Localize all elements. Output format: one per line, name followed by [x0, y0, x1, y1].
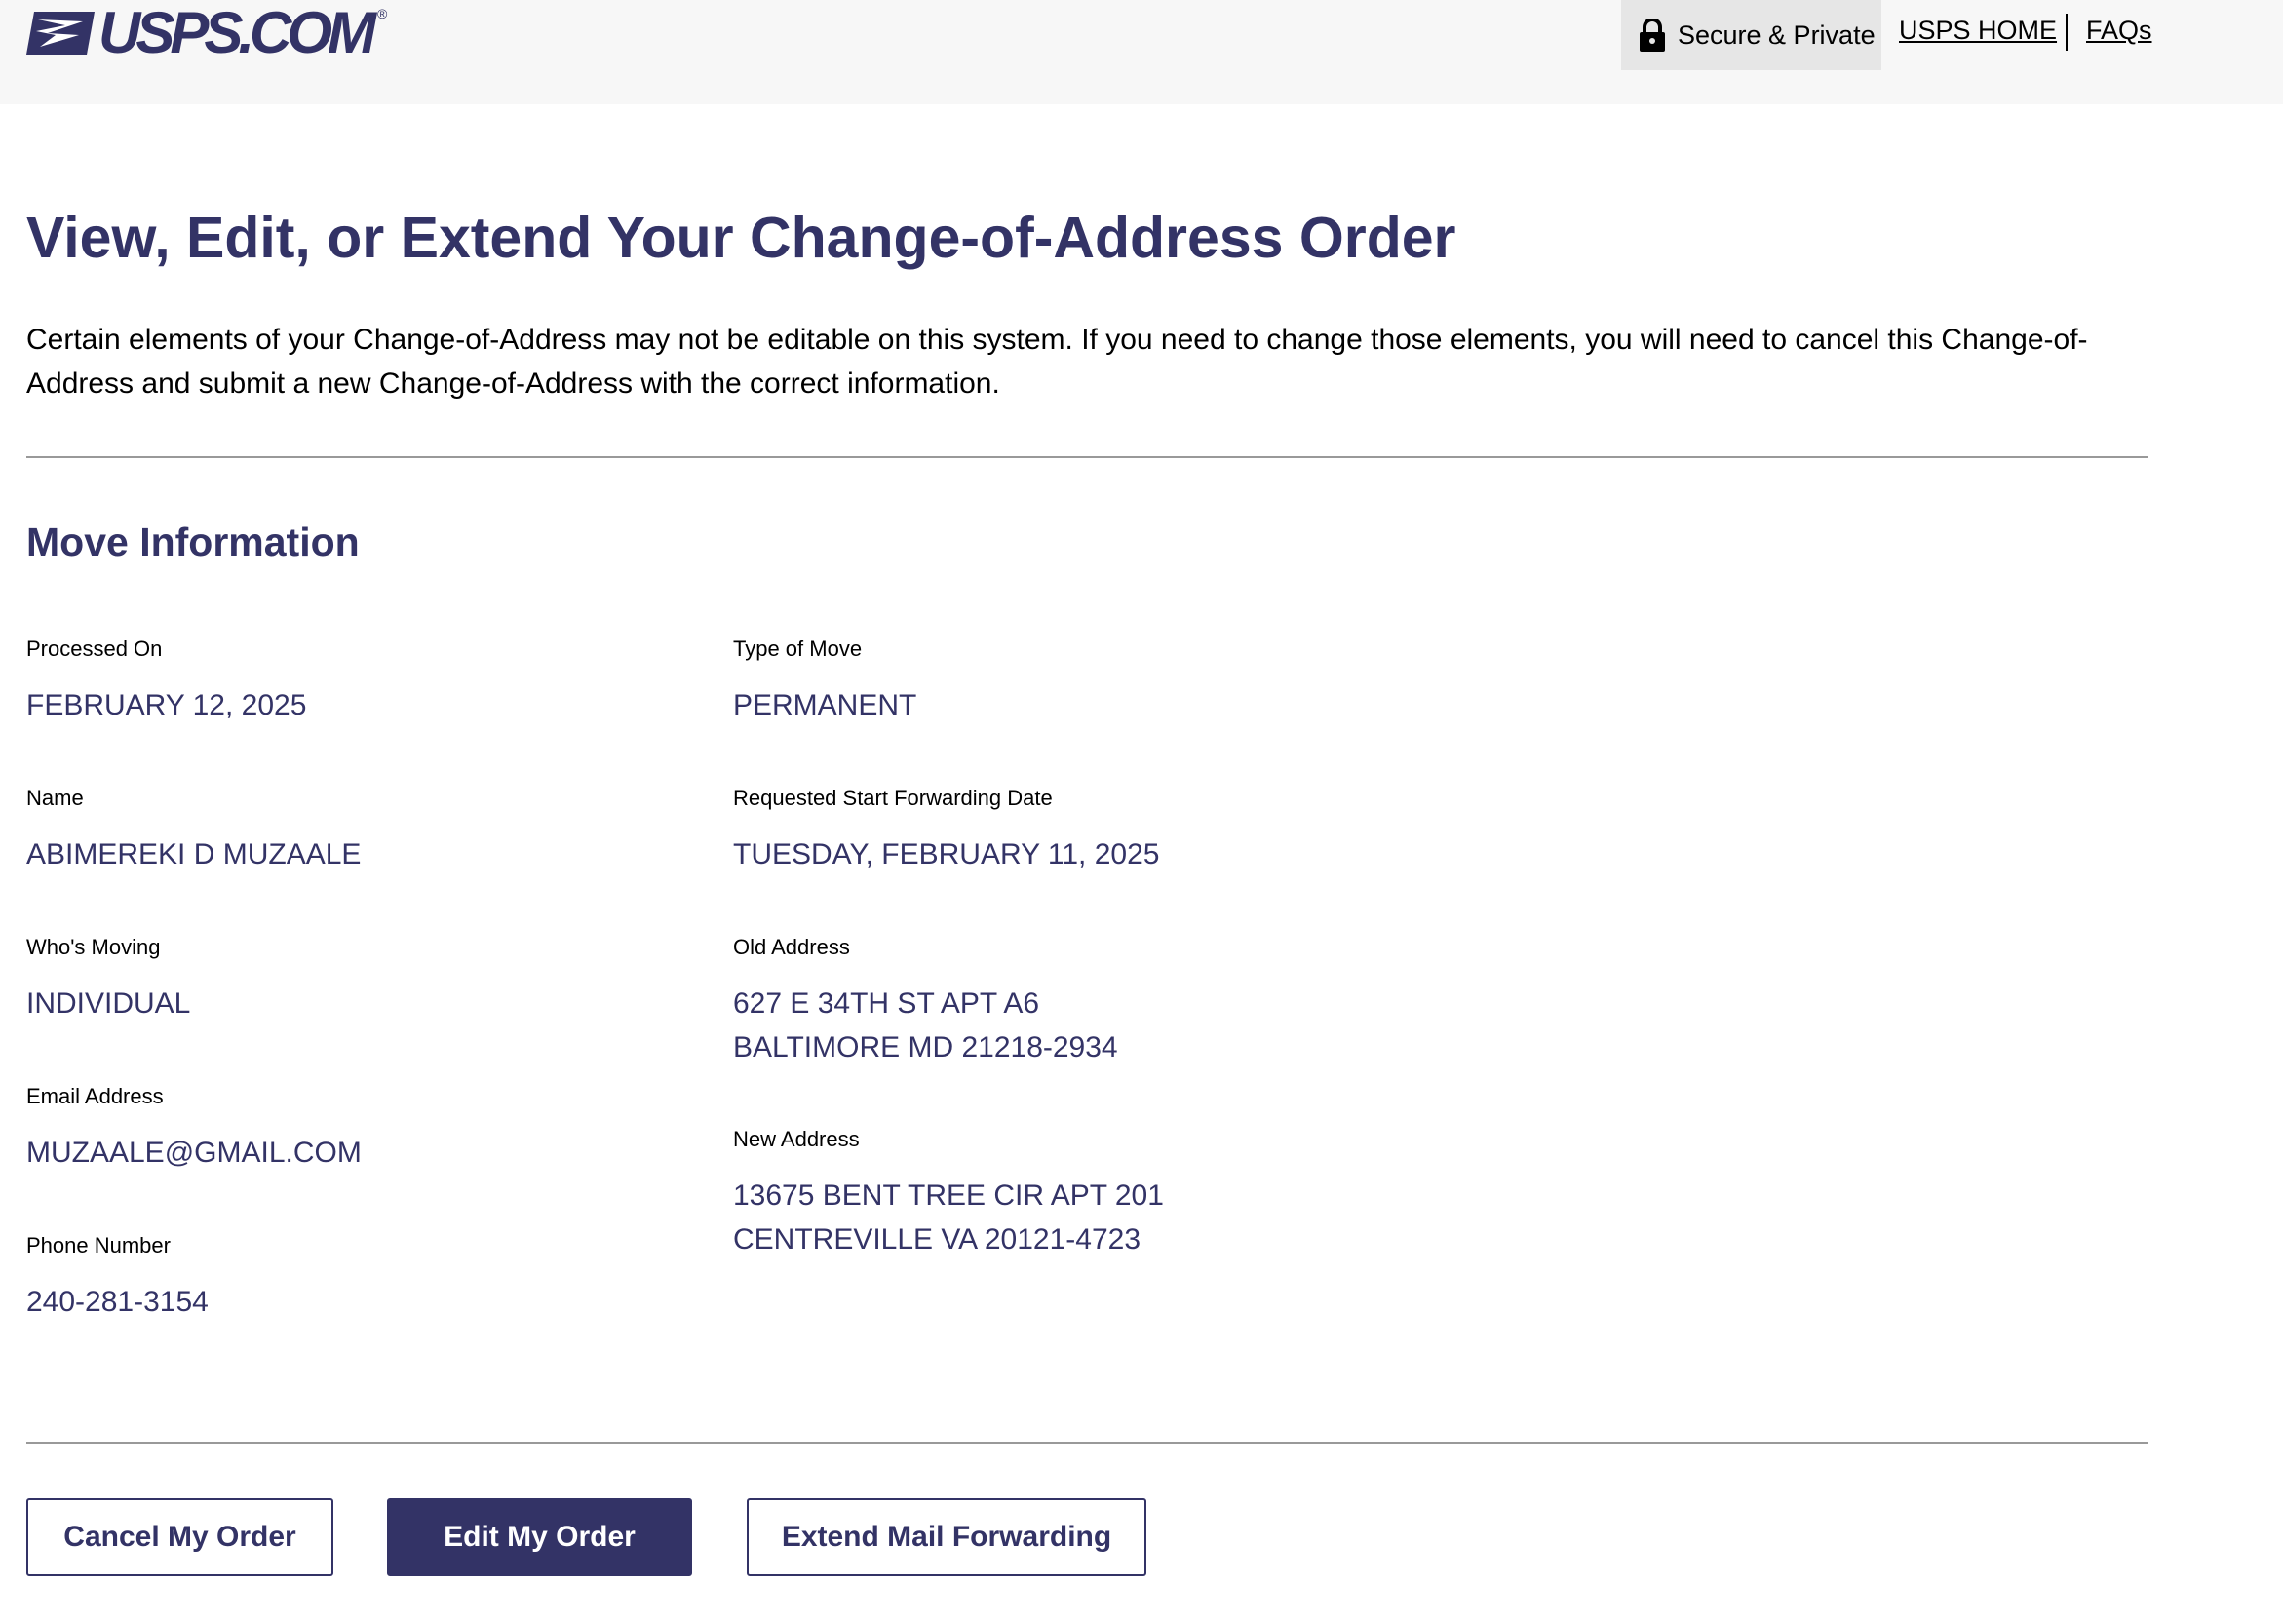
usps-home-link[interactable]: USPS HOME: [1899, 16, 2057, 46]
whos-moving-value: INDIVIDUAL: [26, 987, 191, 1020]
extend-forwarding-button[interactable]: Extend Mail Forwarding: [747, 1498, 1146, 1576]
name-value: ABIMEREKI D MUZAALE: [26, 838, 362, 870]
phone-value: 240-281-3154: [26, 1286, 209, 1318]
old-address-field: Old Address 627 E 34TH ST APT A6 BALTIMO…: [733, 933, 1118, 1069]
usps-logo[interactable]: USPS.COM ®: [26, 0, 388, 65]
new-address-line2: CENTREVILLE VA 20121-4723: [733, 1223, 1142, 1256]
lock-icon: [1640, 19, 1665, 52]
eagle-logo-icon: [26, 12, 95, 55]
registered-mark: ®: [377, 6, 388, 21]
divider-bottom: [26, 1442, 2148, 1444]
type-of-move-label: Type of Move: [733, 637, 863, 661]
whos-moving-field: Who's Moving INDIVIDUAL: [26, 933, 190, 1025]
start-date-label: Requested Start Forwarding Date: [733, 786, 1053, 810]
type-of-move-value: PERMANENT: [733, 689, 917, 721]
move-information-heading: Move Information: [26, 520, 360, 564]
page-title: View, Edit, or Extend Your Change-of-Add…: [26, 206, 1456, 270]
cancel-order-button[interactable]: Cancel My Order: [26, 1498, 333, 1576]
email-field: Email Address MUZAALE@GMAIL.COM: [26, 1082, 362, 1175]
intro-text: Certain elements of your Change-of-Addre…: [26, 324, 2088, 400]
old-address-label: Old Address: [733, 935, 850, 959]
site-header: USPS.COM ® Secure & Private USPS HOME FA…: [0, 0, 2283, 104]
email-label: Email Address: [26, 1084, 164, 1108]
secure-label: Secure & Private: [1678, 19, 1876, 50]
phone-label: Phone Number: [26, 1233, 171, 1257]
phone-field: Phone Number 240-281-3154: [26, 1231, 209, 1324]
edit-order-button[interactable]: Edit My Order: [387, 1498, 692, 1576]
name-field: Name ABIMEREKI D MUZAALE: [26, 784, 361, 876]
new-address-field: New Address 13675 BENT TREE CIR APT 201 …: [733, 1125, 1164, 1261]
type-of-move-field: Type of Move PERMANENT: [733, 635, 916, 727]
new-address-label: New Address: [733, 1127, 860, 1151]
name-label: Name: [26, 786, 84, 810]
email-value: MUZAALE@GMAIL.COM: [26, 1137, 362, 1169]
new-address-line1: 13675 BENT TREE CIR APT 201: [733, 1179, 1164, 1212]
secure-private-badge: Secure & Private: [1621, 0, 1881, 70]
start-date-field: Requested Start Forwarding Date TUESDAY,…: [733, 784, 1159, 876]
processed-on-label: Processed On: [26, 637, 163, 661]
logo-wordmark: USPS.COM: [98, 0, 376, 65]
nav-divider: [2066, 14, 2068, 51]
start-date-value: TUESDAY, FEBRUARY 11, 2025: [733, 838, 1160, 870]
processed-on-value: FEBRUARY 12, 2025: [26, 689, 307, 721]
old-address-line2: BALTIMORE MD 21218-2934: [733, 1031, 1118, 1063]
divider-top: [26, 456, 2148, 458]
old-address-line1: 627 E 34TH ST APT A6: [733, 987, 1040, 1020]
processed-on-field: Processed On FEBRUARY 12, 2025: [26, 635, 306, 727]
whos-moving-label: Who's Moving: [26, 935, 161, 959]
faqs-link[interactable]: FAQs: [2086, 16, 2152, 46]
